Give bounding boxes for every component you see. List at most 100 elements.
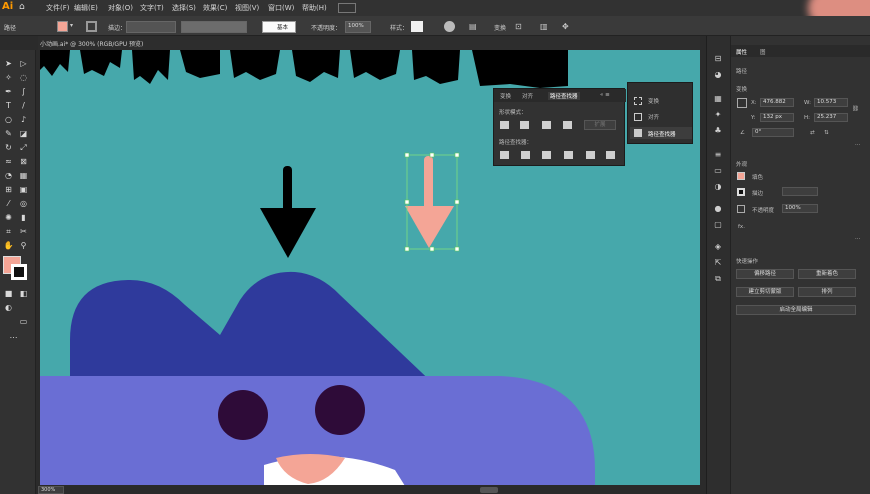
gradient-tool-icon[interactable]: ▣	[18, 184, 29, 195]
gradient-mode-icon[interactable]: ◧	[18, 288, 29, 299]
trim-icon[interactable]	[521, 151, 530, 159]
brushes-icon[interactable]: ✦	[712, 110, 724, 120]
x-field[interactable]: 476.882	[760, 98, 794, 107]
divide-icon[interactable]	[500, 151, 509, 159]
graphic-style-swatch[interactable]	[411, 21, 423, 32]
eraser-icon[interactable]: ◪	[18, 128, 29, 139]
symbol-sprayer-icon[interactable]: ✺	[3, 212, 14, 223]
mesh-tool-icon[interactable]: ⊞	[3, 184, 14, 195]
graphic-styles-icon[interactable]: ▢	[712, 220, 724, 230]
stroke-weight-field[interactable]	[126, 21, 176, 33]
pencil-icon[interactable]: ✎	[3, 128, 14, 139]
free-transform-icon[interactable]: ⊠	[18, 156, 29, 167]
drawing-mode-icon[interactable]: ◐	[3, 302, 14, 313]
eyedropper-icon[interactable]: ⁄	[3, 198, 14, 209]
stroke-weight-panel-field[interactable]	[782, 187, 818, 196]
menu-file[interactable]: 文件(F)	[46, 3, 70, 13]
arrange-button[interactable]: 排列	[798, 287, 856, 297]
hand-tool-icon[interactable]: ✋	[3, 240, 14, 251]
link-proportions-icon[interactable]: ⛓	[852, 106, 859, 112]
magic-wand-icon[interactable]: ✧	[3, 72, 14, 83]
align-icon[interactable]: ▤	[469, 22, 477, 31]
opacity-panel-field[interactable]: 100%	[782, 204, 818, 213]
variable-width-field[interactable]	[181, 21, 247, 33]
fill-swatch[interactable]	[57, 21, 68, 32]
artboard-tool-icon[interactable]: ⌗	[3, 226, 14, 237]
color-guide-icon[interactable]: ◕	[712, 70, 724, 80]
line-tool-icon[interactable]: /	[18, 100, 29, 111]
swatches-icon[interactable]: ▦	[712, 94, 724, 104]
shape-builder-icon[interactable]: ◔	[3, 170, 14, 181]
horizontal-scrollbar-thumb[interactable]	[480, 487, 498, 493]
graph-tool-icon[interactable]: ▮	[18, 212, 29, 223]
width-tool-icon[interactable]: ≈	[3, 156, 14, 167]
rotate-tool-icon[interactable]: ↻	[3, 142, 14, 153]
tab-properties[interactable]: 属性	[736, 48, 747, 56]
menu-type[interactable]: 文字(T)	[140, 3, 164, 13]
more-options-icon[interactable]: ⋯	[855, 142, 861, 148]
tab-transform[interactable]: 变换	[500, 92, 511, 100]
flip-vertical-icon[interactable]: ⇅	[824, 130, 829, 136]
color-mode-icon[interactable]: ■	[3, 288, 14, 299]
more-tools-icon[interactable]: ⋯	[8, 332, 19, 343]
paintbrush-icon[interactable]: ♪	[18, 114, 29, 125]
fill-swatch-panel[interactable]	[737, 172, 745, 180]
home-icon[interactable]: ⌂	[19, 2, 30, 13]
opacity-field[interactable]: 100%	[345, 21, 371, 33]
stroke-panel-icon[interactable]: ≡	[712, 150, 724, 160]
arrange-icon[interactable]: ▥	[540, 22, 548, 31]
document-tab[interactable]: 小动画.ai* @ 300% (RGB/GPU 预览)	[40, 39, 143, 48]
tab-layers[interactable]: 图	[760, 48, 766, 56]
stroke-swatch-panel[interactable]	[737, 188, 745, 196]
zoom-tool-icon[interactable]: ⚲	[18, 240, 29, 251]
lasso-icon[interactable]: ◌	[18, 72, 29, 83]
menu-effect[interactable]: 效果(C)	[203, 3, 227, 13]
perspective-grid-icon[interactable]: ▦	[18, 170, 29, 181]
offset-path-button[interactable]: 偏移路径	[736, 269, 794, 279]
brush-definition-field[interactable]: 基本	[262, 21, 296, 33]
angle-field[interactable]: 0°	[752, 128, 794, 137]
artboards-icon[interactable]: ⧉	[712, 274, 724, 284]
ellipse-tool-icon[interactable]: ○	[3, 114, 14, 125]
menu-help[interactable]: 帮助(H)	[302, 3, 327, 13]
transform-label[interactable]: 变换	[494, 23, 506, 32]
stroke-swatch[interactable]	[86, 21, 97, 32]
menu-view[interactable]: 视图(V)	[235, 3, 259, 13]
zoom-field[interactable]: 300%	[38, 486, 64, 494]
menu-pathfinder[interactable]: 路径查找器	[648, 130, 676, 138]
reference-point-icon[interactable]	[737, 98, 747, 108]
isolate-icon[interactable]: ⊡	[515, 22, 522, 31]
start-global-edit-button[interactable]: 启动全局编辑	[736, 305, 856, 315]
expand-button[interactable]: 扩展	[584, 120, 616, 130]
type-tool-icon[interactable]: T	[3, 100, 14, 111]
unite-icon[interactable]	[500, 121, 509, 129]
gradient-panel-icon[interactable]: ▭	[712, 166, 724, 176]
exclude-icon[interactable]	[563, 121, 572, 129]
export-icon[interactable]: ⇱	[712, 258, 724, 268]
appearance-more-icon[interactable]: ⋯	[855, 236, 861, 242]
crop-icon[interactable]	[564, 151, 573, 159]
pink-arrow[interactable]	[404, 152, 460, 252]
h-field[interactable]: 25.237	[814, 113, 848, 122]
panel-collapse-icon[interactable]: « ≡	[600, 92, 610, 98]
minus-back-icon[interactable]	[606, 151, 615, 159]
minus-front-icon[interactable]	[520, 121, 529, 129]
menu-window[interactable]: 窗口(W)	[268, 3, 294, 13]
slice-tool-icon[interactable]: ✂	[18, 226, 29, 237]
y-field[interactable]: 132 px	[760, 113, 794, 122]
tab-align[interactable]: 对齐	[522, 92, 533, 100]
menu-align[interactable]: 对齐	[648, 113, 659, 121]
scale-tool-icon[interactable]: ⤢	[18, 142, 29, 153]
puppet-warp-icon[interactable]: ✥	[562, 22, 569, 31]
pen-tool-icon[interactable]: ✒	[3, 86, 14, 97]
selection-tool-icon[interactable]: ➤	[3, 58, 14, 69]
clipping-mask-button[interactable]: 建立剪切蒙版	[736, 287, 794, 297]
recolor-button[interactable]: 重新着色	[798, 269, 856, 279]
menu-select[interactable]: 选择(S)	[172, 3, 196, 13]
cc-libraries-icon[interactable]: ⊟	[712, 54, 724, 64]
tab-pathfinder[interactable]: 路径查找器	[548, 92, 580, 100]
curvature-tool-icon[interactable]: ∫	[18, 86, 29, 97]
direct-selection-tool-icon[interactable]: ▷	[18, 58, 29, 69]
chevron-down-icon[interactable]: ▾	[70, 22, 73, 29]
outline-icon[interactable]	[586, 151, 595, 159]
